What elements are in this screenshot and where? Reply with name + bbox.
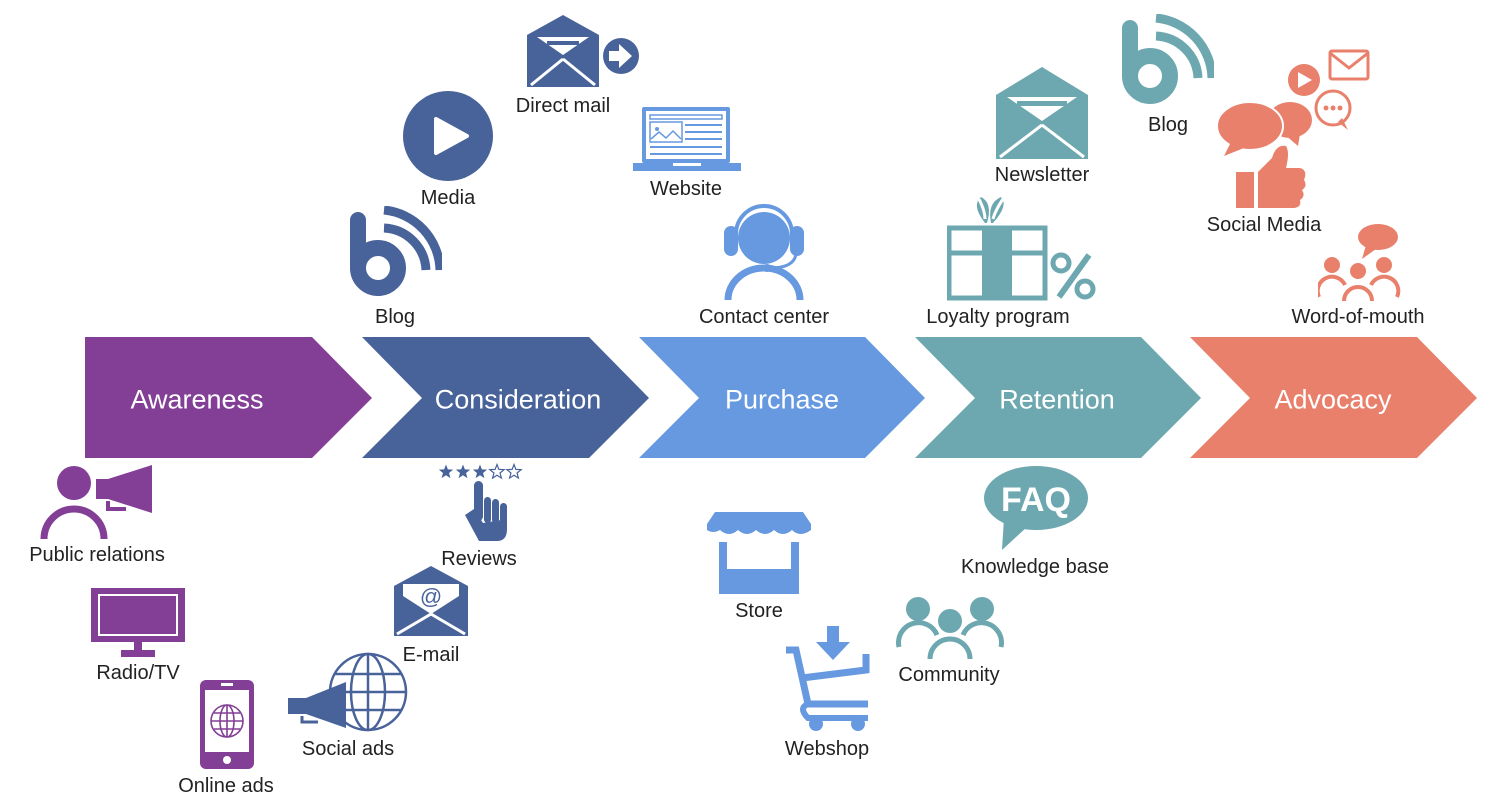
touchpoint-label: Social Media <box>1206 214 1322 236</box>
megaphone-person-icon <box>40 465 152 540</box>
storefront-icon <box>707 512 811 594</box>
svg-text:@: @ <box>420 584 442 609</box>
gift-percent-icon <box>947 197 1096 301</box>
touchpoint-label: Direct mail <box>515 95 611 117</box>
stage-label-retention: Retention <box>999 384 1115 415</box>
star-filled-icon <box>455 464 471 479</box>
touchpoint-label: Community <box>898 664 1000 686</box>
star-empty-icon <box>488 463 506 480</box>
stage-label-purchase: Purchase <box>724 384 840 415</box>
mail-send-icon <box>527 15 639 87</box>
email-at-icon: @ <box>394 566 468 636</box>
faq-bubble-icon: FAQ <box>984 466 1088 550</box>
touchpoint-label: E-mail <box>402 644 460 666</box>
touchpoint-label: Loyalty program <box>926 306 1070 328</box>
touchpoint-label: Blog <box>374 306 416 328</box>
touchpoint-label: Contact center <box>698 306 830 328</box>
globe-megaphone-icon <box>288 652 408 732</box>
touchpoint-label: Store <box>735 600 783 622</box>
word-of-mouth-icon <box>1318 224 1401 301</box>
people-group-icon <box>896 597 1004 659</box>
touchpoint-label: Webshop <box>784 738 870 760</box>
stage-label-consideration: Consideration <box>434 384 602 415</box>
touchpoint-label: Radio/TV <box>96 662 180 684</box>
blog-icon <box>1122 14 1214 104</box>
touchpoint-label: Knowledge base <box>961 556 1109 578</box>
laptop-icon <box>633 107 741 171</box>
stage-label-awareness: Awareness <box>130 384 264 415</box>
touchpoint-label: Social ads <box>301 738 395 760</box>
touchpoint-label: Media <box>420 187 476 209</box>
star-filled-icon <box>472 464 488 479</box>
play-icon <box>403 91 493 181</box>
shopping-cart-icon <box>786 626 870 731</box>
faq-badge-text: FAQ <box>1001 481 1071 519</box>
blog-icon <box>350 206 442 296</box>
touchpoint-label: Word-of-mouth <box>1291 306 1425 328</box>
smartphone-globe-icon <box>200 680 254 769</box>
tv-icon <box>91 588 185 657</box>
touchpoint-label: Newsletter <box>994 164 1090 186</box>
social-media-icon <box>1216 49 1370 208</box>
headset-operator-icon <box>724 204 804 300</box>
touchpoint-label: Online ads <box>178 775 274 797</box>
touchpoint-label: Blog <box>1147 114 1189 136</box>
newsletter-envelope-icon <box>996 67 1088 159</box>
star-rating-hand-icon <box>438 463 523 541</box>
stage-label-advocacy: Advocacy <box>1274 384 1392 415</box>
customer-journey-diagram: Awareness Consideration Purchase Retenti… <box>0 0 1500 811</box>
touchpoint-label: Public relations <box>29 544 165 566</box>
touchpoint-label: Website <box>650 178 722 200</box>
star-empty-icon <box>505 463 523 480</box>
star-filled-icon <box>438 464 454 479</box>
